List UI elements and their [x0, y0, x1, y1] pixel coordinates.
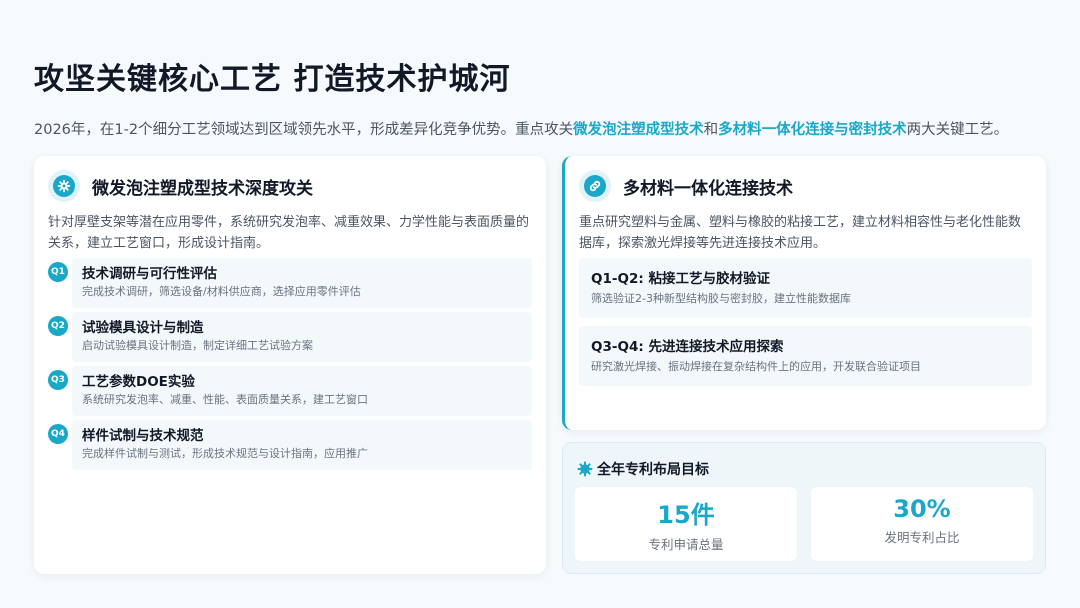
- list-item-sub: 启动试验模具设计制造，制定详细工艺试验方案: [82, 339, 313, 352]
- stat-label: 发明专利占比: [884, 530, 960, 545]
- list-item-sub: 系统研究发泡率、减重、性能、表面质量关系，建工艺窗口: [82, 393, 368, 406]
- quarter-badge: Q2: [48, 316, 68, 336]
- microfoam-card: 微发泡注塑成型技术深度攻关 针对厚壁支架等潜在应用零件，系统研究发泡率、减重效果…: [34, 156, 546, 574]
- subtitle-highlight-2: 多材料一体化连接与密封技术: [718, 122, 907, 138]
- stat-total-applications: 15件 专利申请总量: [575, 487, 797, 561]
- subtitle-text-post: 两大关键工艺。: [906, 122, 1009, 138]
- subtitle-text-pre: 2026年，在1-2个细分工艺领域达到区域领先水平，形成差异化竞争优势。重点攻关: [34, 122, 574, 138]
- list-item-sub: 筛选验证2-3种新型结构胶与密封胶，建立性能数据库: [591, 292, 851, 305]
- list-item: Q3 工艺参数DOE实验 系统研究发泡率、减重、性能、表面质量关系，建工艺窗口: [48, 366, 532, 420]
- phase-list: Q1-Q2: 粘接工艺与胶材验证 筛选验证2-3种新型结构胶与密封胶，建立性能数…: [579, 258, 1032, 394]
- multimaterial-card-desc: 重点研究塑料与金属、塑料与橡胶的粘接工艺，建立材料相容性与老化性能数据库，探索激…: [579, 215, 1022, 251]
- list-item-title: 技术调研与可行性评估: [82, 266, 217, 282]
- patent-card-header: 全年专利布局目标: [577, 459, 709, 479]
- list-item: Q3-Q4: 先进连接技术应用探索 研究激光焊接、振动焊接在复杂结构件上的应用，…: [579, 326, 1032, 386]
- gear-icon: [48, 170, 80, 202]
- patent-card-title: 全年专利布局目标: [597, 462, 709, 478]
- multimaterial-card-title: 多材料一体化连接技术: [623, 178, 793, 199]
- microfoam-card-title: 微发泡注塑成型技术深度攻关: [92, 178, 313, 199]
- list-item: Q4 样件试制与技术规范 完成样件试制与测试，形成技术规范与设计指南，应用推广: [48, 420, 532, 474]
- list-item: Q2 试验模具设计与制造 启动试验模具设计制造，制定详细工艺试验方案: [48, 312, 532, 366]
- stat-label: 专利申请总量: [648, 537, 724, 552]
- quarter-badge: Q3: [48, 370, 68, 390]
- quarter-badge: Q4: [48, 424, 68, 444]
- page-title: 攻坚关键核心工艺 打造技术护城河: [34, 62, 511, 97]
- microfoam-card-header: 微发泡注塑成型技术深度攻关: [48, 170, 313, 202]
- list-item: Q1 技术调研与可行性评估 完成技术调研，筛选设备/材料供应商，选择应用零件评估: [48, 258, 532, 312]
- list-item-title: Q3-Q4: 先进连接技术应用探索: [591, 339, 784, 355]
- list-item: Q1-Q2: 粘接工艺与胶材验证 筛选验证2-3种新型结构胶与密封胶，建立性能数…: [579, 258, 1032, 318]
- microfoam-card-desc: 针对厚壁支架等潜在应用零件，系统研究发泡率、减重效果、力学性能与表面质量的关系，…: [48, 215, 530, 251]
- list-item-title: Q1-Q2: 粘接工艺与胶材验证: [591, 271, 770, 287]
- list-item-sub: 研究激光焊接、振动焊接在复杂结构件上的应用，开发联合验证项目: [591, 360, 921, 373]
- link-icon: [579, 170, 611, 202]
- stat-value: 15件: [657, 501, 715, 529]
- quarter-badge: Q1: [48, 262, 68, 282]
- multimaterial-card: 多材料一体化连接技术 重点研究塑料与金属、塑料与橡胶的粘接工艺，建立材料相容性与…: [562, 156, 1046, 430]
- badge-icon: [577, 461, 593, 477]
- list-item-title: 试验模具设计与制造: [82, 320, 204, 336]
- subtitle-highlight-1: 微发泡注塑成型技术: [573, 122, 704, 138]
- list-item-sub: 完成技术调研，筛选设备/材料供应商，选择应用零件评估: [82, 285, 361, 298]
- stat-value: 30%: [893, 495, 951, 523]
- patent-card: 全年专利布局目标 15件 专利申请总量 30% 发明专利占比: [562, 442, 1046, 574]
- list-item-title: 样件试制与技术规范: [82, 428, 204, 444]
- multimaterial-card-header: 多材料一体化连接技术: [579, 170, 793, 202]
- subtitle-text-mid: 和: [703, 122, 719, 138]
- quarter-list: Q1 技术调研与可行性评估 完成技术调研，筛选设备/材料供应商，选择应用零件评估…: [48, 258, 532, 474]
- stat-invention-ratio: 30% 发明专利占比: [811, 487, 1033, 561]
- page-subtitle: 2026年，在1-2个细分工艺领域达到区域领先水平，形成差异化竞争优势。重点攻关…: [34, 118, 1064, 139]
- list-item-sub: 完成样件试制与测试，形成技术规范与设计指南，应用推广: [82, 447, 368, 460]
- list-item-title: 工艺参数DOE实验: [82, 374, 195, 390]
